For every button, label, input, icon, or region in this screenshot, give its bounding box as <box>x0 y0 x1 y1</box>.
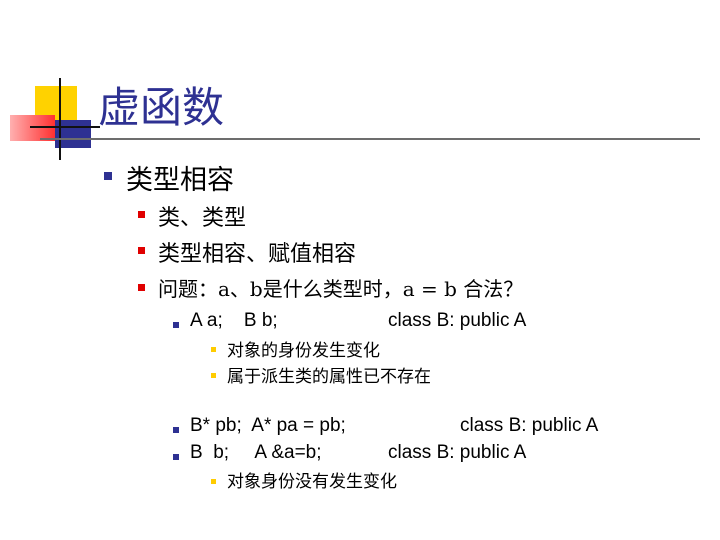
title-underline <box>40 138 700 140</box>
class-note: class B: public A <box>460 415 599 436</box>
bullet-square <box>173 454 179 460</box>
class-note: class B: public A <box>388 442 527 463</box>
bullet-square <box>138 284 145 291</box>
code-line: B b; A &a=b; <box>190 442 322 463</box>
bullet-square <box>173 322 179 328</box>
bullet-text: 问题：a、b是什么类型时，a = b 合法？ <box>158 277 524 301</box>
class-note: class B: public A <box>388 310 527 331</box>
bullet-text: 对象的身份发生变化 <box>227 341 380 361</box>
bullet-text: 类型相容、赋值相容 <box>158 242 357 267</box>
corner-decoration <box>0 0 100 170</box>
deco-horizontal-line <box>30 126 100 128</box>
bullet-text: 对象身份没有发生变化 <box>227 472 397 492</box>
bullet-square <box>211 347 216 352</box>
bullet-square <box>211 373 216 378</box>
bullet-text: 属于派生类的属性已不存在 <box>227 367 431 387</box>
bullet-text: 类、类型 <box>158 206 247 231</box>
bullet-square <box>211 479 216 484</box>
code-line: A a; B b; <box>190 310 278 331</box>
bullet-square <box>173 427 179 433</box>
bullet-square <box>138 247 145 254</box>
slide-title: 虚函数 <box>98 83 225 132</box>
bullet-square <box>104 172 112 180</box>
bullet-text: 类型相容 <box>126 165 234 196</box>
bullet-square <box>138 211 145 218</box>
deco-vertical-line <box>59 78 61 160</box>
code-line: B* pb; A* pa = pb; <box>190 415 346 436</box>
